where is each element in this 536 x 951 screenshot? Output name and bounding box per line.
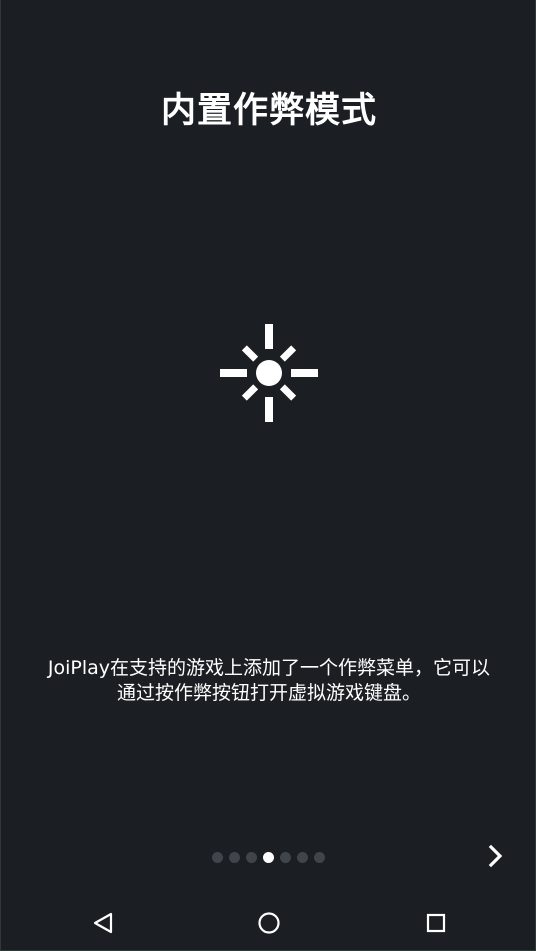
page-dot-6 [297, 852, 308, 863]
brightness-sun-icon [220, 324, 318, 422]
page-dot-4-active [263, 852, 274, 863]
page-dot-2 [229, 852, 240, 863]
square-recents-icon [426, 913, 446, 933]
chevron-right-icon [488, 844, 503, 868]
back-button[interactable] [83, 903, 123, 943]
description-line-2: 通过按作弊按钮打开虚拟游戏键盘。 [116, 682, 421, 704]
page-indicator [212, 852, 325, 863]
home-button[interactable] [249, 903, 289, 943]
description-line-1: JoiPlay在支持的游戏上添加了一个作弊菜单，它可以 [47, 657, 491, 679]
feature-description: JoiPlay在支持的游戏上添加了一个作弊菜单，它可以 通过按作弊按钮打开虚拟游… [21, 656, 517, 706]
next-page-button[interactable] [479, 838, 513, 874]
page-dot-3 [246, 852, 257, 863]
circle-home-icon [258, 912, 280, 934]
onboarding-screen: 内置作弊模式 JoiPlay在支持的游戏上添加了一个作弊菜单，它可以 通过按作弊… [0, 0, 536, 951]
recents-button[interactable] [416, 903, 456, 943]
page-dot-7 [314, 852, 325, 863]
triangle-back-icon [93, 912, 113, 934]
system-navigation-bar [1, 895, 535, 950]
page-dot-1 [212, 852, 223, 863]
page-title: 内置作弊模式 [160, 91, 377, 131]
page-dot-5 [280, 852, 291, 863]
